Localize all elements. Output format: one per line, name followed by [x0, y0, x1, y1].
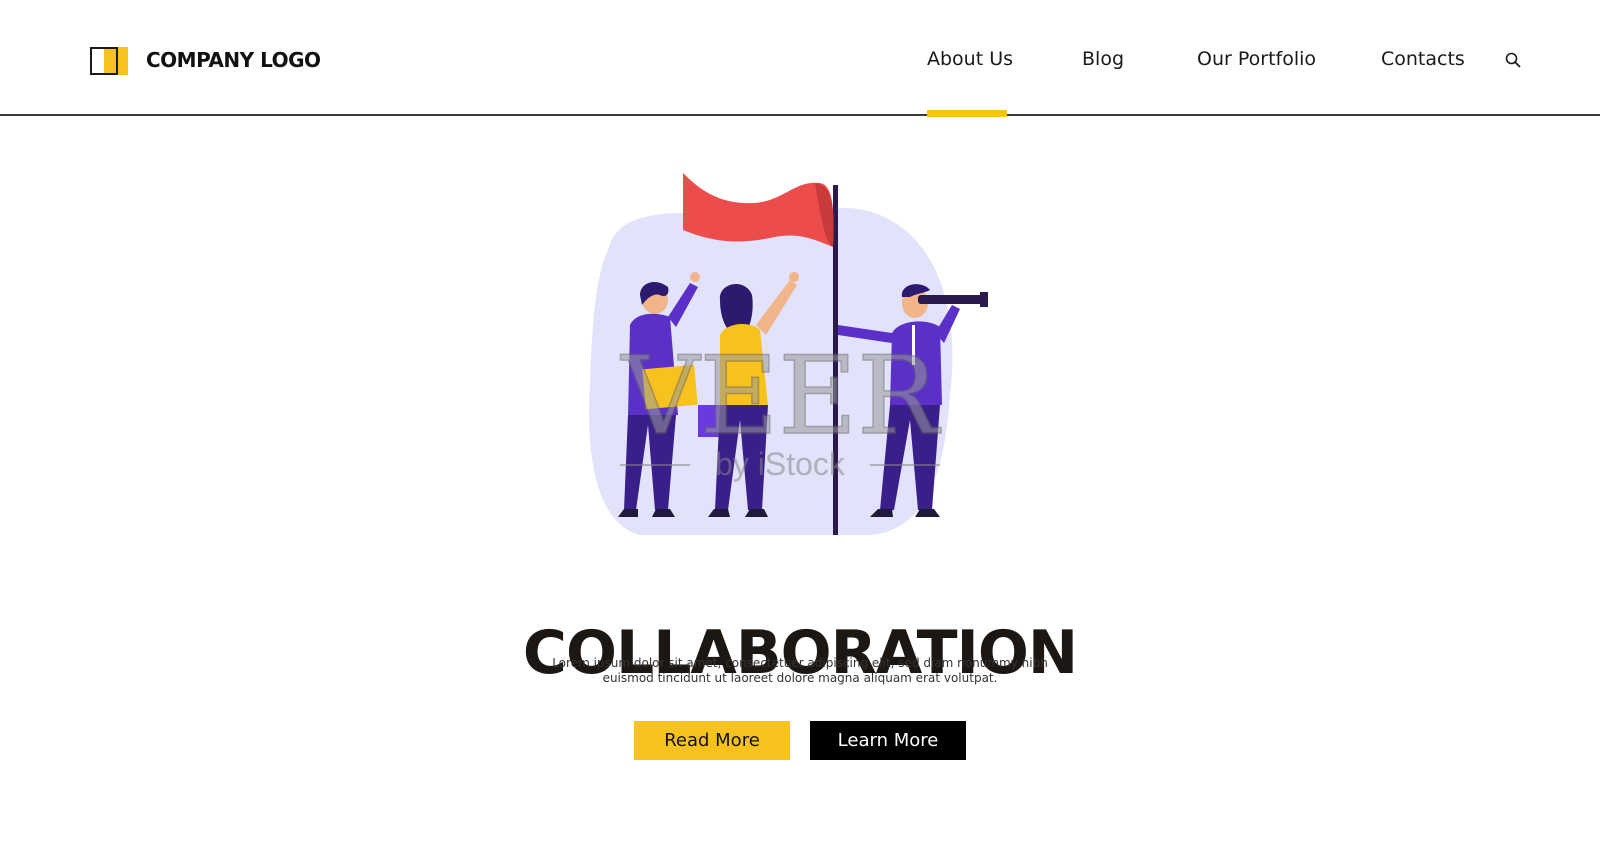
nav-item-about-us[interactable]: About Us — [927, 48, 1013, 70]
read-more-button[interactable]: Read More — [634, 721, 790, 760]
svg-text:VEER: VEER — [620, 334, 942, 459]
nav-item-contacts[interactable]: Contacts — [1381, 48, 1465, 70]
hero-description-line-2: euismod tincidunt ut laoreet dolore magn… — [602, 671, 998, 685]
flag — [683, 173, 834, 247]
telescope — [918, 295, 988, 304]
main-nav: About Us Blog Our Portfolio Contacts — [0, 48, 1600, 78]
hero-illustration: VEER by iStock — [580, 165, 1020, 545]
site-header: COMPANY LOGO About Us Blog Our Portfolio… — [0, 0, 1600, 116]
nav-item-our-portfolio[interactable]: Our Portfolio — [1197, 48, 1316, 70]
hero-description: Lorem ipsum dolor sit amet, consectetuer… — [520, 656, 1080, 686]
hero-description-line-1: Lorem ipsum dolor sit amet, consectetuer… — [552, 656, 1048, 670]
svg-text:by iStock: by iStock — [715, 446, 846, 482]
learn-more-button[interactable]: Learn More — [810, 721, 966, 760]
nav-item-blog[interactable]: Blog — [1082, 48, 1124, 70]
search-icon[interactable] — [1505, 52, 1521, 68]
active-nav-indicator — [927, 110, 1007, 117]
